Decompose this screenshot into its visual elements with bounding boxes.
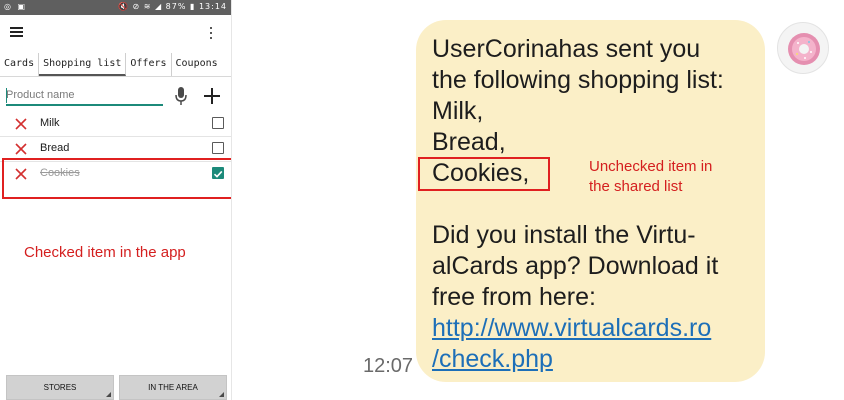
- status-notification-icons: ◎ ▣: [4, 2, 28, 11]
- message-line: alCards app? Download it: [432, 252, 719, 280]
- add-product-row: [0, 80, 231, 110]
- message-line: Milk,: [432, 97, 484, 125]
- in-the-area-button[interactable]: IN THE AREA: [119, 375, 227, 400]
- message-annotation: Unchecked item in the shared list: [589, 157, 712, 197]
- message-line: free from here:: [432, 283, 596, 311]
- item-label: Bread: [40, 142, 70, 154]
- item-checkbox[interactable]: [212, 117, 224, 129]
- stores-button-label: STORES: [43, 383, 77, 392]
- in-the-area-button-label: IN THE AREA: [148, 383, 198, 392]
- bottom-button-bar: STORES IN THE AREA: [0, 375, 231, 400]
- tab-cards[interactable]: Cards: [0, 53, 40, 76]
- tab-offers[interactable]: Offers: [126, 53, 172, 76]
- message-annotation-line: Unchecked item in: [589, 158, 713, 175]
- product-name-input[interactable]: [6, 86, 163, 106]
- list-item: Milk: [0, 112, 231, 137]
- donut-avatar-icon[interactable]: [777, 22, 829, 74]
- message-line: UserCorinahas sent you: [432, 35, 701, 63]
- stores-button[interactable]: STORES: [6, 375, 114, 400]
- unchecked-item-highlight-box: [418, 157, 550, 191]
- item-label: Milk: [40, 117, 60, 129]
- delete-x-icon[interactable]: [14, 117, 28, 131]
- item-checkbox[interactable]: [212, 142, 224, 154]
- message-line: Bread,: [432, 128, 506, 156]
- corner-triangle-icon: [106, 392, 111, 397]
- corner-triangle-icon: [219, 392, 224, 397]
- app-tabs: Cards Shopping list Offers Coupons: [0, 53, 231, 77]
- message-line: Did you install the Virtu-: [432, 221, 696, 249]
- tab-shopping-list[interactable]: Shopping list: [39, 53, 127, 76]
- microphone-icon[interactable]: [174, 86, 188, 106]
- app-annotation: Checked item in the app: [24, 244, 186, 261]
- download-link[interactable]: http://www.virtualcards.ro: [432, 313, 767, 344]
- donut-icon: [788, 33, 820, 65]
- message-annotation-line: the shared list: [589, 178, 683, 195]
- download-link-continued[interactable]: /check.php: [432, 344, 767, 375]
- message-line: the following shopping list:: [432, 66, 724, 94]
- delete-x-icon[interactable]: [14, 142, 28, 156]
- more-vertical-icon[interactable]: [206, 25, 216, 41]
- text-cursor: [6, 88, 7, 103]
- message-text: UserCorinahas sent you the following sho…: [432, 34, 767, 375]
- tab-coupons[interactable]: Coupons: [172, 53, 222, 76]
- status-system-info: 🔇 ⊘ ≋ ◢ 87% ▮ 13:14: [117, 2, 227, 11]
- phone-app-screen: ◎ ▣ 🔇 ⊘ ≋ ◢ 87% ▮ 13:14 Cards Shopping l…: [0, 0, 232, 400]
- status-bar: ◎ ▣ 🔇 ⊘ ≋ ◢ 87% ▮ 13:14: [0, 0, 231, 15]
- app-toolbar: [0, 15, 231, 53]
- add-icon[interactable]: [202, 86, 222, 106]
- checked-item-highlight-box: [2, 158, 231, 199]
- screenshot-composite: ◎ ▣ 🔇 ⊘ ≋ ◢ 87% ▮ 13:14 Cards Shopping l…: [0, 0, 844, 400]
- message-time: 12:07: [363, 355, 414, 377]
- hamburger-menu-icon[interactable]: [10, 25, 24, 39]
